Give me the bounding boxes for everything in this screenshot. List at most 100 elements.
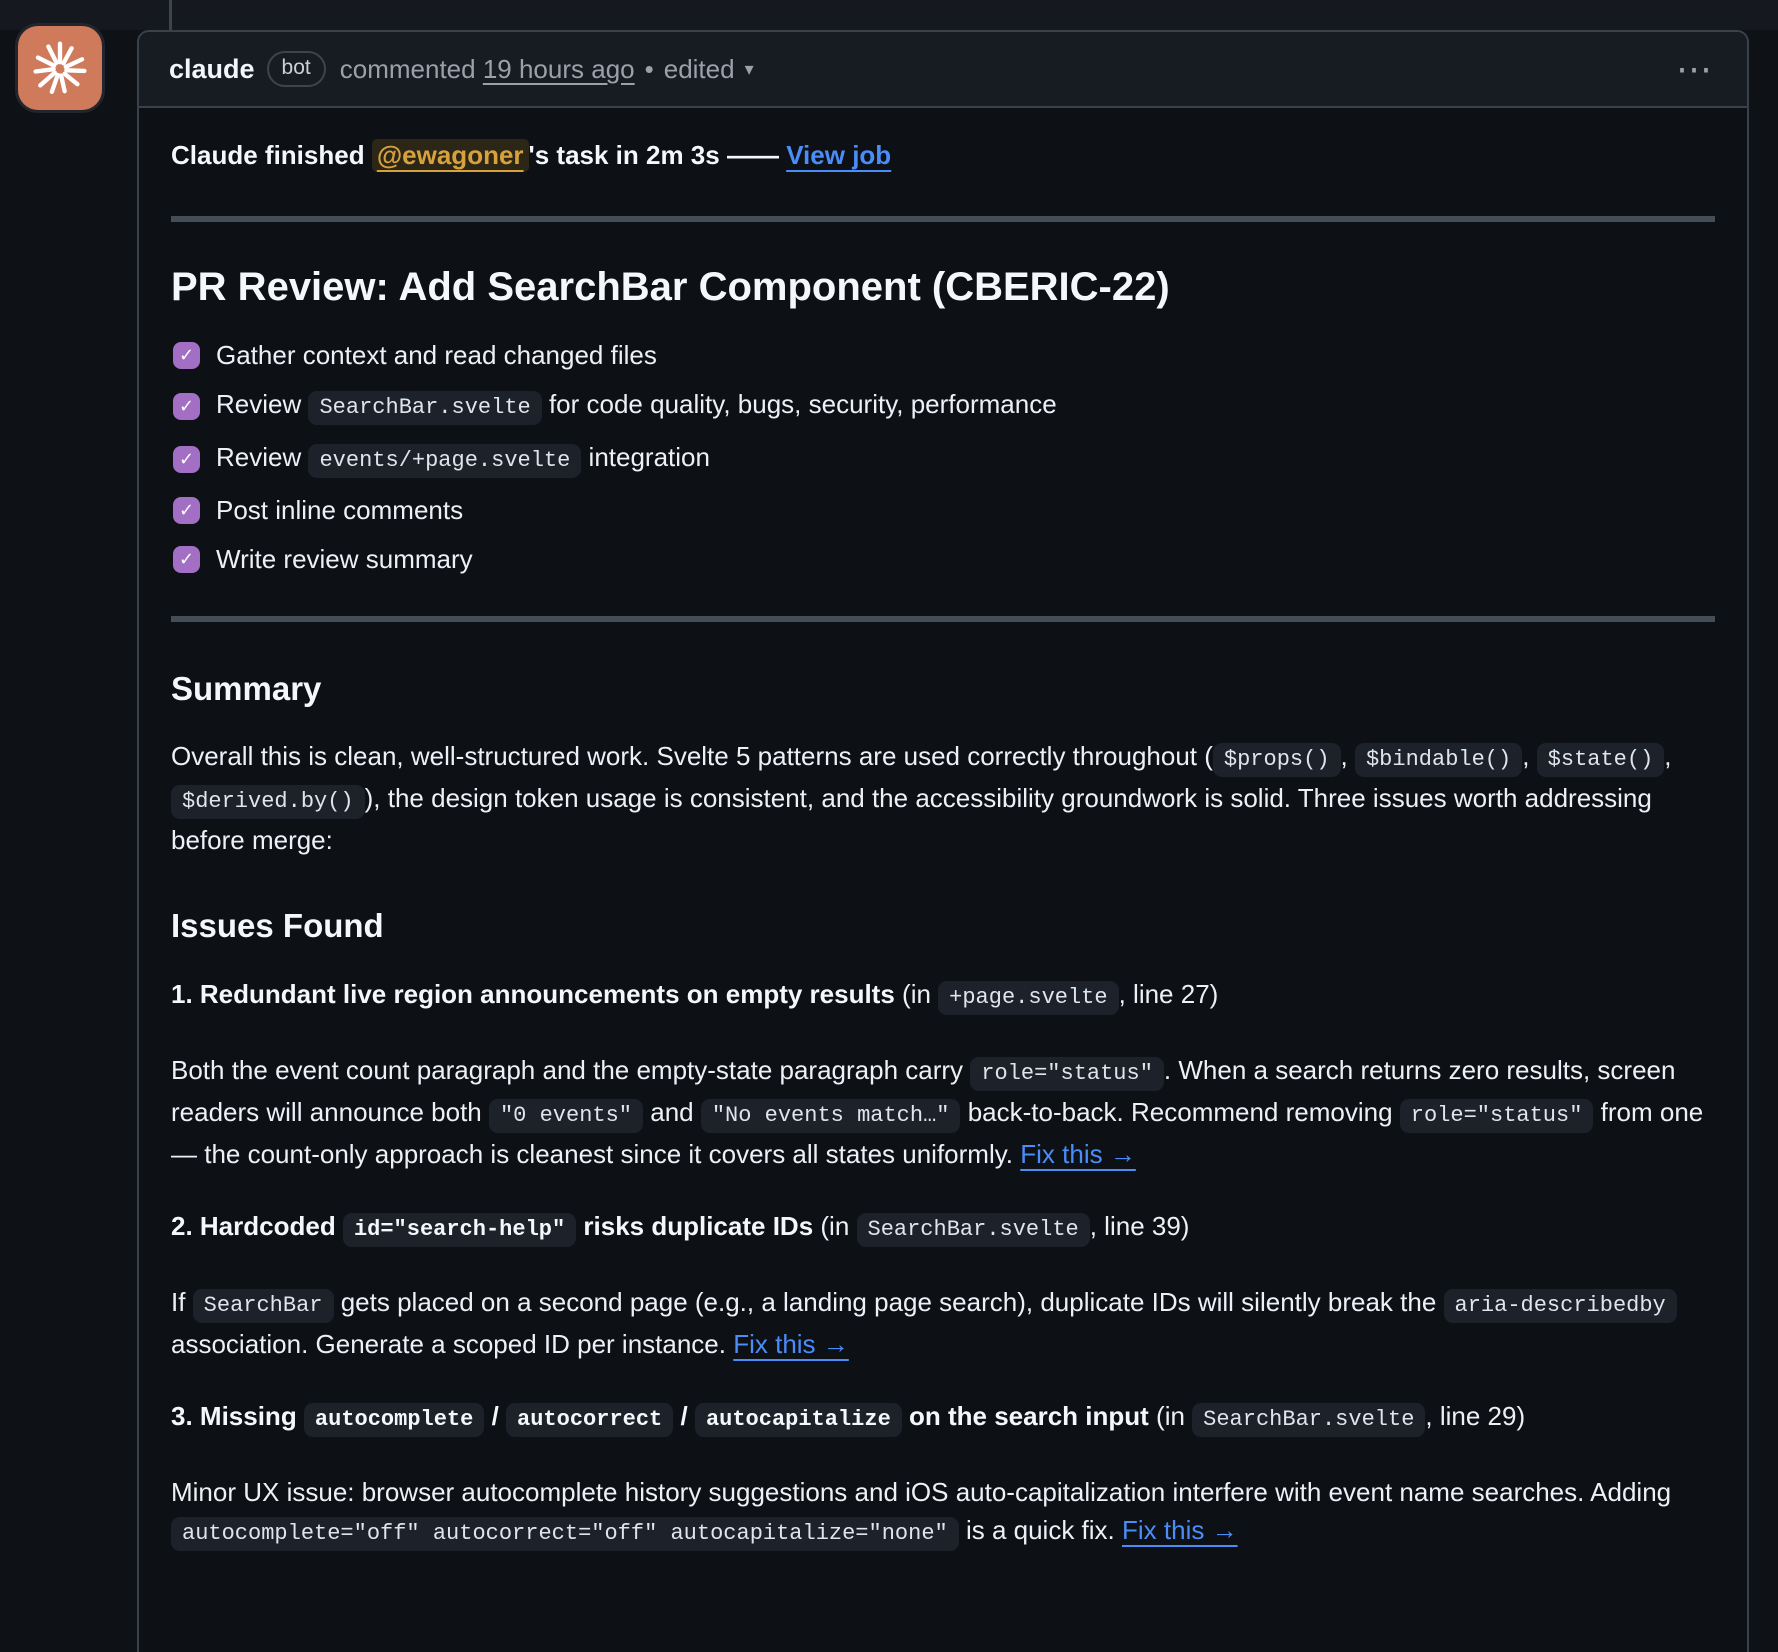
bold-text: Claude finished <box>171 140 372 170</box>
text-span: integration <box>581 442 710 472</box>
page: { "colors": { "page_bg": "#0e1116", "com… <box>0 0 1778 1652</box>
text-span: gets placed on a second page (e.g., a la… <box>334 1287 1444 1317</box>
text-span: back-to-back. Recommend removing <box>960 1097 1399 1127</box>
task-checkbox-checked[interactable]: ✓ <box>173 393 200 420</box>
chevron-down-icon[interactable]: ▾ <box>745 59 754 80</box>
inline-code: SearchBar <box>193 1289 334 1323</box>
text-span: , line 39) <box>1090 1211 1190 1241</box>
text-span: (in <box>895 979 938 1009</box>
inline-code: autocapitalize <box>695 1403 902 1437</box>
task-label: Write review summary <box>216 542 473 576</box>
inline-code: events/+page.svelte <box>308 444 581 478</box>
text-span: Write review summary <box>216 544 473 574</box>
issue-2-body: If SearchBar gets placed on a second pag… <box>171 1283 1715 1363</box>
task-checkbox-checked[interactable]: ✓ <box>173 497 200 524</box>
text-span: , line 27) <box>1119 979 1219 1009</box>
claude-logo-icon <box>31 39 89 97</box>
task-checkbox-checked[interactable]: ✓ <box>173 342 200 369</box>
bold-text: / <box>484 1401 506 1431</box>
inline-code: SearchBar.svelte <box>308 391 541 425</box>
inline-code: SearchBar.svelte <box>1192 1403 1425 1437</box>
bold-text: 3. Missing <box>171 1401 304 1431</box>
issue-1-body: Both the event count paragraph and the e… <box>171 1051 1715 1173</box>
bot-badge: bot <box>267 51 326 86</box>
task-list: ✓ Gather context and read changed files ✓ R… <box>171 338 1715 576</box>
issues-found-heading: Issues Found <box>171 905 1715 946</box>
inline-code: "0 events" <box>489 1099 643 1133</box>
issue-3-title: 3. Missing autocomplete / autocorrect / … <box>171 1397 1715 1439</box>
task-checkbox-checked[interactable]: ✓ <box>173 446 200 473</box>
text-span: is a quick fix. <box>959 1515 1122 1545</box>
comment-header: claude bot commented 19 hours ago • edit… <box>139 32 1747 108</box>
issue-2-title: 2. Hardcoded id="search-help" risks dupl… <box>171 1207 1715 1249</box>
task-list-item: ✓ Post inline comments <box>173 493 1715 527</box>
markdown-divider <box>171 216 1715 222</box>
kebab-menu-button[interactable]: ⋯ <box>1674 56 1717 82</box>
inline-code: +page.svelte <box>938 981 1118 1015</box>
task-list-item: ✓ Write review summary <box>173 542 1715 576</box>
author-name[interactable]: claude <box>169 54 255 85</box>
text-span: Review <box>216 389 308 419</box>
inline-code: $state() <box>1537 743 1665 777</box>
text-span: , line 29) <box>1425 1401 1525 1431</box>
bold-text: 's task in 2m 3s —— <box>529 140 787 170</box>
pr-review-heading: PR Review: Add SearchBar Component (CBER… <box>171 262 1715 312</box>
text-span: (in <box>813 1211 856 1241</box>
text-span: Gather context and read changed files <box>216 340 657 370</box>
claude-avatar[interactable] <box>18 26 102 110</box>
text-span: , <box>1664 741 1671 771</box>
inline-code: role="status" <box>970 1057 1164 1091</box>
task-checkbox-checked[interactable]: ✓ <box>173 546 200 573</box>
bold-text: on the search input <box>902 1401 1149 1431</box>
inline-code: $props() <box>1213 743 1341 777</box>
inline-code: autocorrect <box>506 1403 673 1437</box>
text-span: and <box>643 1097 701 1127</box>
text-span: ), the design token usage is consistent,… <box>171 783 1652 855</box>
inline-code: $bindable() <box>1355 743 1522 777</box>
job-status-line: Claude finished @ewagoner's task in 2m 3… <box>171 136 1715 174</box>
user-mention-link[interactable]: @ewagoner <box>372 139 529 172</box>
fix-this-link-1[interactable]: Fix this → <box>1020 1139 1136 1169</box>
inline-code: $derived.by() <box>171 785 365 819</box>
summary-heading: Summary <box>171 668 1715 709</box>
view-job-link[interactable]: View job <box>786 140 891 170</box>
text-span: Minor UX issue: browser autocomplete his… <box>171 1477 1671 1507</box>
comment-card: claude bot commented 19 hours ago • edit… <box>137 30 1749 1652</box>
bold-text: risks duplicate IDs <box>576 1211 813 1241</box>
task-list-item: ✓ Review events/+page.svelte integration <box>173 440 1715 478</box>
inline-code: SearchBar.svelte <box>857 1213 1090 1247</box>
inline-code: id="search-help" <box>343 1213 576 1247</box>
bold-text: / <box>673 1401 695 1431</box>
text-span: If <box>171 1287 193 1317</box>
edited-dropdown[interactable]: edited <box>664 54 735 85</box>
inline-code: "No events match…" <box>701 1099 961 1133</box>
text-span: for code quality, bugs, security, perfor… <box>542 389 1057 419</box>
fix-this-link-3[interactable]: Fix this → <box>1122 1515 1238 1545</box>
fix-this-link-2[interactable]: Fix this → <box>733 1329 849 1359</box>
task-label: Gather context and read changed files <box>216 338 657 372</box>
inline-code: autocomplete="off" autocorrect="off" aut… <box>171 1517 959 1551</box>
timestamp-link[interactable]: 19 hours ago <box>483 54 635 85</box>
text-span: , <box>1522 741 1536 771</box>
task-list-item: ✓ Gather context and read changed files <box>173 338 1715 372</box>
bold-text: 1. Redundant live region announcements o… <box>171 979 895 1009</box>
text-span: Post inline comments <box>216 495 463 525</box>
text-span: (in <box>1149 1401 1192 1431</box>
spacer <box>476 54 483 85</box>
inline-code: aria-describedby <box>1444 1289 1677 1323</box>
page-top-band <box>0 0 1778 30</box>
comment-caret <box>137 55 150 80</box>
comment-action-label: commented <box>340 54 476 85</box>
text-span: Overall this is clean, well-structured w… <box>171 741 1213 771</box>
comment-body: Claude finished @ewagoner's task in 2m 3… <box>139 108 1747 1627</box>
inline-code: role="status" <box>1400 1099 1594 1133</box>
text-span: , <box>1341 741 1355 771</box>
task-list-item: ✓ Review SearchBar.svelte for code qualit… <box>173 387 1715 425</box>
task-label: Review SearchBar.svelte for code quality… <box>216 387 1057 425</box>
task-label: Review events/+page.svelte integration <box>216 440 710 478</box>
text-span: Review <box>216 442 308 472</box>
task-label: Post inline comments <box>216 493 463 527</box>
timeline-connector <box>169 0 172 32</box>
inline-code: autocomplete <box>304 1403 484 1437</box>
bold-text: 2. Hardcoded <box>171 1211 343 1241</box>
